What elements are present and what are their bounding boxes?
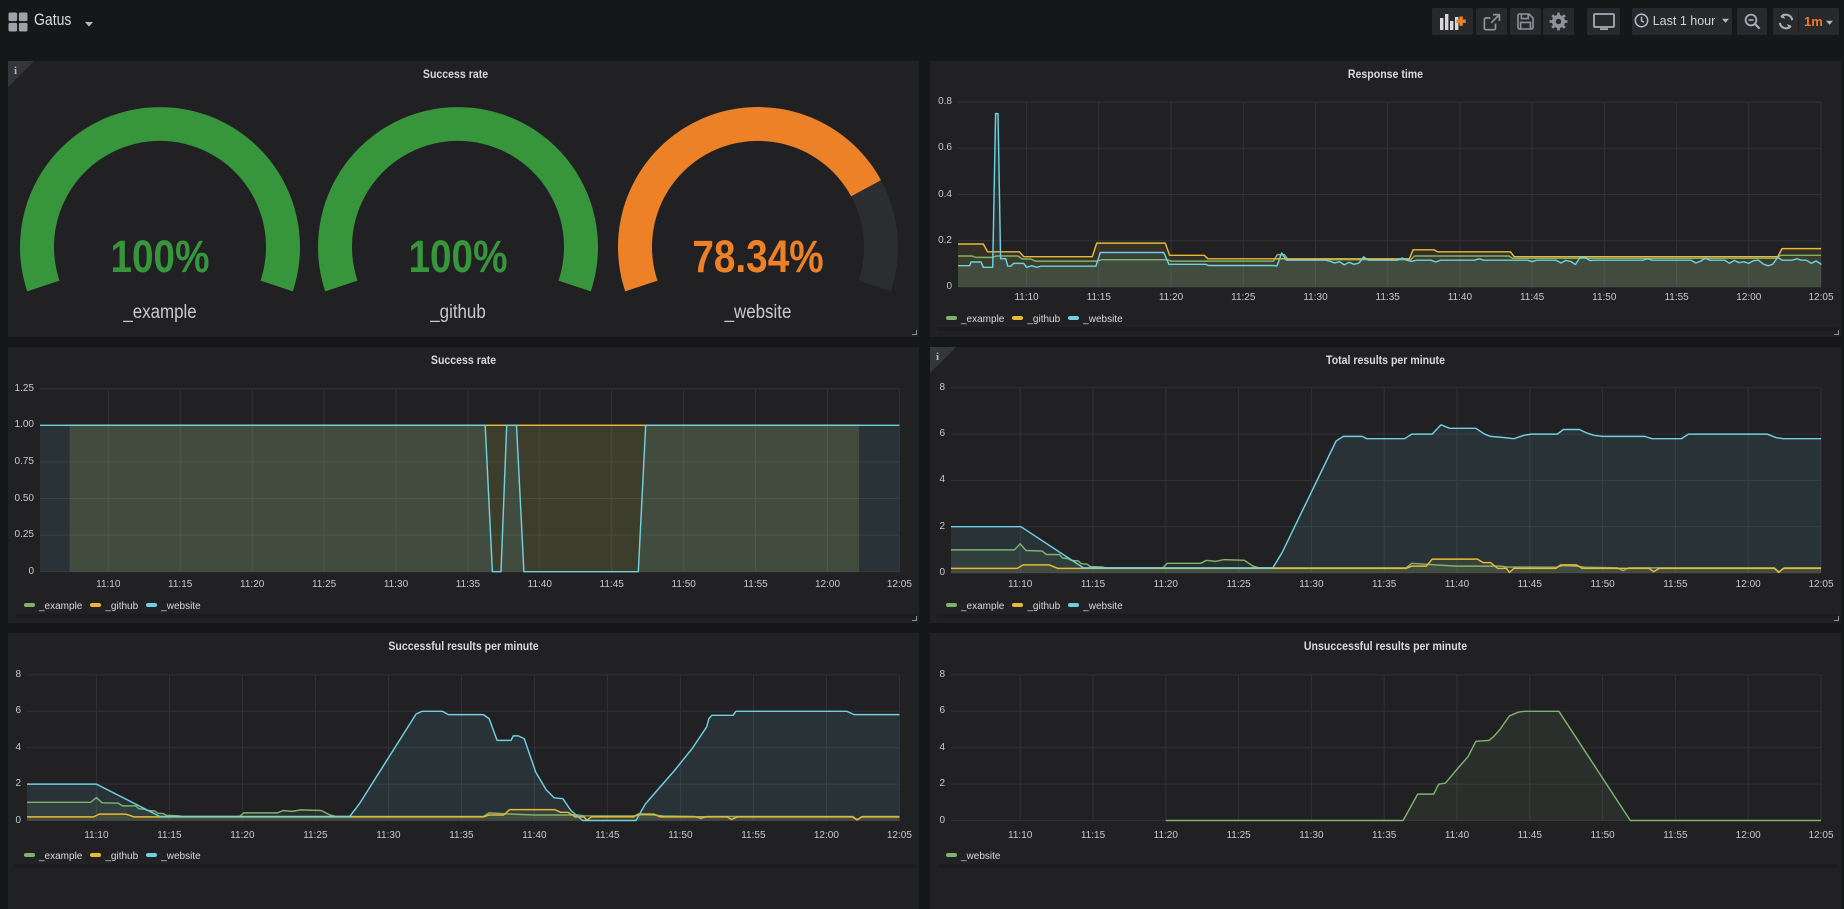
svg-text:i: i (14, 65, 17, 77)
svg-text:i: i (936, 351, 939, 363)
